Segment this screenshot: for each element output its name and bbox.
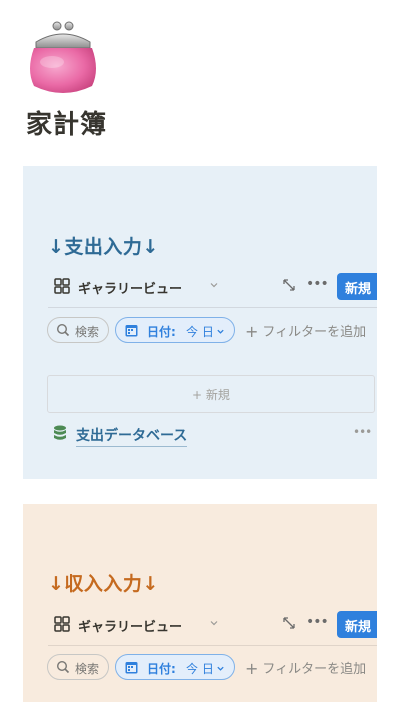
income-heading: ↓収入入力↓ xyxy=(48,573,159,595)
page-title: 家計簿 xyxy=(26,110,108,140)
chevron-down-icon xyxy=(217,329,224,334)
add-filter-label: フィルターを追加 xyxy=(262,325,367,340)
divider xyxy=(48,307,377,308)
chevron-down-icon xyxy=(210,283,218,288)
expense-view-bar: ギャラリービュー ••• 新規 xyxy=(48,272,377,308)
date-filter-value: 今 日 xyxy=(186,325,214,339)
expand-icon[interactable] xyxy=(282,278,296,292)
search-button[interactable]: 検索 xyxy=(47,317,109,343)
coin-purse-icon xyxy=(30,21,96,93)
plus-icon: + xyxy=(245,659,259,678)
gallery-grid-icon xyxy=(54,278,70,294)
date-filter-button[interactable]: 日付: 今 日 xyxy=(115,654,235,680)
new-entry-button[interactable]: 新規 xyxy=(337,273,377,300)
income-filter-bar: 検索 日付: 今 日 + フィルターを追加 xyxy=(47,654,377,680)
search-icon xyxy=(56,323,70,337)
divider xyxy=(48,645,377,646)
expense-callout: ↓支出入力↓ ギャラリービュー ••• 新規 検索 日付: 今 日 + フィルタ… xyxy=(23,166,377,479)
new-entry-button[interactable]: 新規 xyxy=(337,611,377,638)
add-filter-button[interactable]: + フィルターを追加 xyxy=(245,658,367,678)
chevron-down-icon xyxy=(210,621,218,626)
search-label: 検索 xyxy=(75,662,100,676)
search-button[interactable]: 検索 xyxy=(47,654,109,680)
income-callout: ↓収入入力↓ ギャラリービュー ••• 新規 検索 日付: 今 日 + フィルタ… xyxy=(23,504,377,702)
database-icon xyxy=(54,425,66,440)
database-link: 支出データベース ••• xyxy=(53,423,377,447)
income-view-bar: ギャラリービュー ••• 新規 xyxy=(48,610,377,646)
plus-icon: + xyxy=(192,388,206,402)
date-filter-value: 今 日 xyxy=(186,662,214,676)
expense-filter-bar: 検索 日付: 今 日 + フィルターを追加 xyxy=(47,317,377,343)
calendar-icon xyxy=(125,325,138,337)
new-entry-label: 新規 xyxy=(345,282,372,297)
new-entry-label: 新規 xyxy=(345,620,372,635)
add-filter-button[interactable]: + フィルターを追加 xyxy=(245,321,367,341)
database-link-label[interactable]: 支出データベース xyxy=(76,425,188,447)
view-name: ギャラリービュー xyxy=(78,620,183,635)
chevron-down-icon xyxy=(217,666,224,671)
more-options-icon[interactable]: ••• xyxy=(353,425,372,439)
date-filter-key: 日付: xyxy=(147,325,176,339)
view-name: ギャラリービュー xyxy=(78,282,183,297)
more-options-icon[interactable]: ••• xyxy=(306,276,329,292)
expense-heading: ↓支出入力↓ xyxy=(48,236,159,258)
date-filter-key: 日付: xyxy=(147,662,176,676)
add-filter-label: フィルターを追加 xyxy=(262,662,367,677)
new-card-label: + 新規 xyxy=(192,388,230,402)
search-icon xyxy=(56,660,70,674)
gallery-grid-icon xyxy=(54,616,70,632)
search-label: 検索 xyxy=(75,325,100,339)
expand-icon[interactable] xyxy=(282,616,296,630)
calendar-icon xyxy=(125,662,138,674)
plus-icon: + xyxy=(245,322,259,341)
more-options-icon[interactable]: ••• xyxy=(306,614,329,630)
date-filter-button[interactable]: 日付: 今 日 xyxy=(115,317,235,343)
new-card-button[interactable]: + 新規 xyxy=(47,375,375,413)
